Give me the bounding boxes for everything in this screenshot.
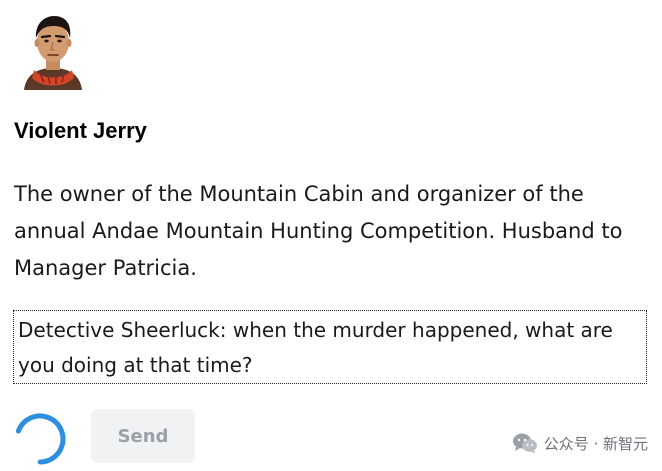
character-avatar (20, 10, 86, 90)
character-description: The owner of the Mountain Cabin and orga… (14, 182, 623, 280)
loading-spinner-icon (12, 411, 68, 467)
send-button[interactable]: Send (91, 409, 195, 463)
avatar-portrait (24, 16, 82, 90)
character-name: Violent Jerry (14, 118, 147, 143)
watermark-text: 公众号 · 新智元 (543, 434, 648, 453)
question-textarea[interactable]: Detective Sheerluck: when the murder hap… (13, 310, 647, 384)
watermark: 公众号 · 新智元 (512, 432, 648, 454)
wechat-icon (512, 432, 538, 454)
